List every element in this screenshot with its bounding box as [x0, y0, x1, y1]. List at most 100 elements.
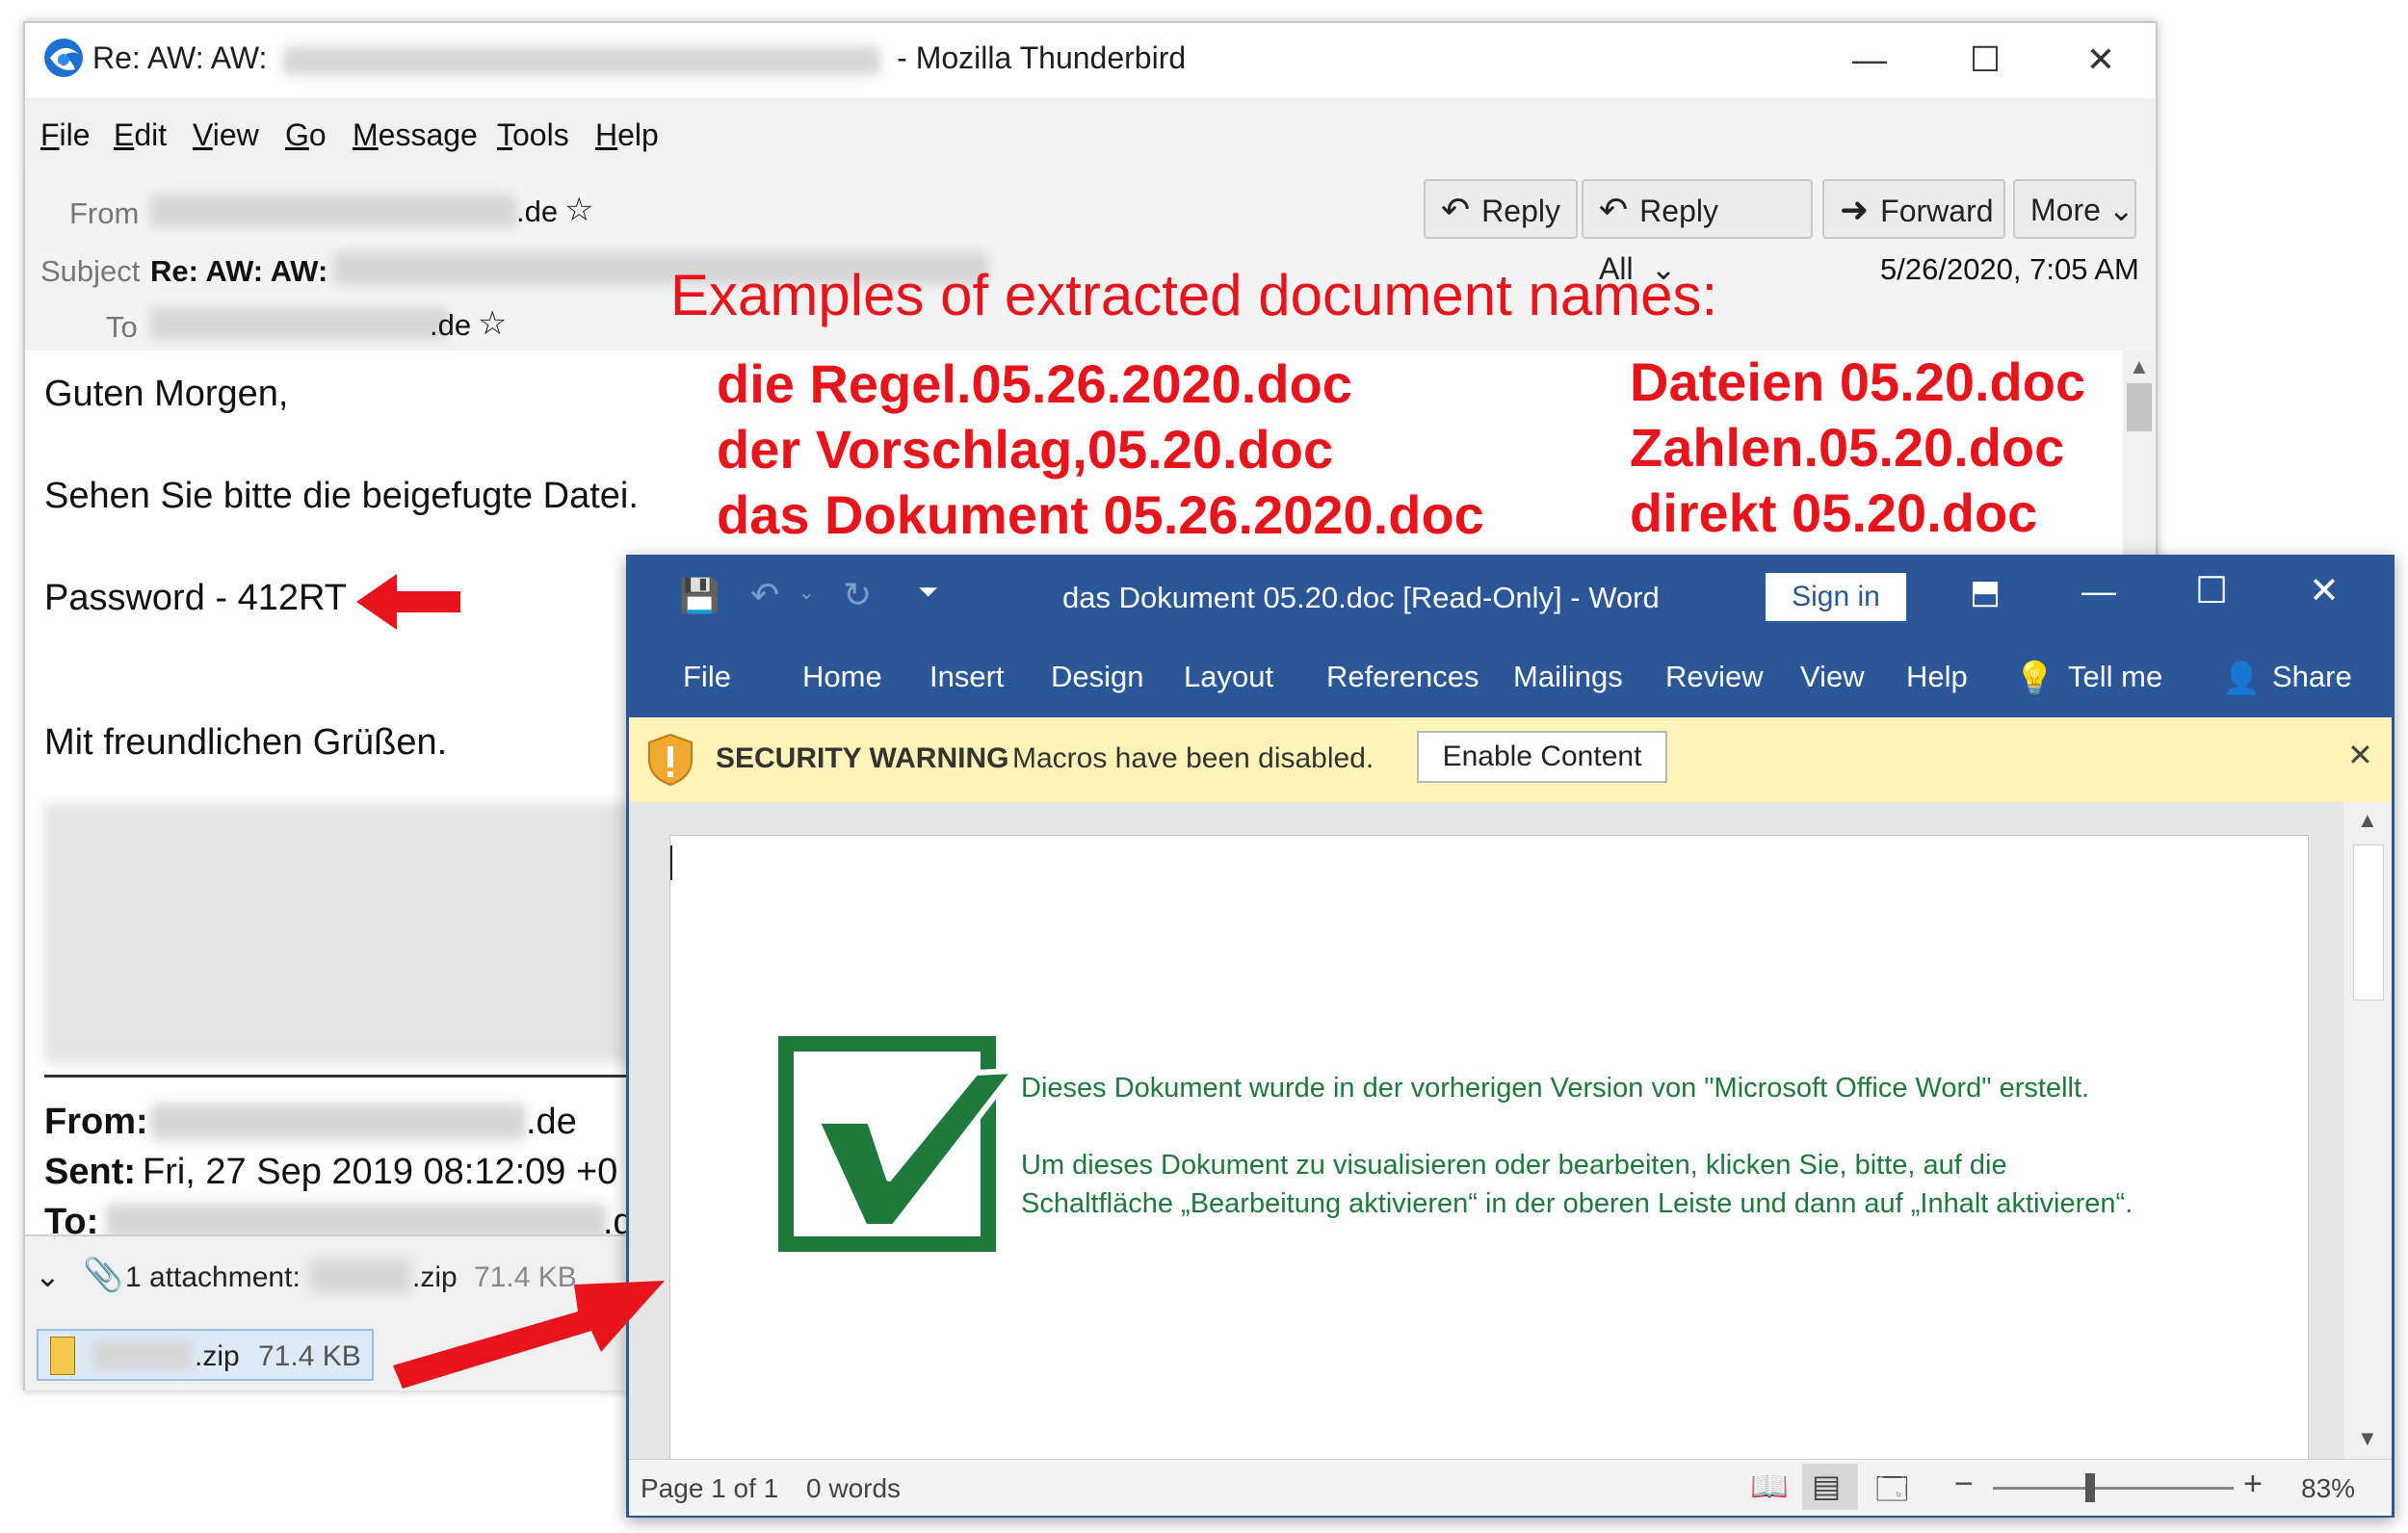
red-arrow-icon — [393, 1281, 665, 1389]
star-icon[interactable]: ☆ — [564, 191, 593, 229]
redacted-signature — [44, 803, 632, 1063]
ribbon-tabs: File Home Insert Design Layout Reference… — [629, 640, 2392, 717]
zip-file-icon — [50, 1337, 75, 1375]
doc-name-right-3: direkt 05.20.doc — [1630, 482, 2038, 543]
from-label: From — [69, 196, 140, 230]
menu-view[interactable]: View — [193, 117, 259, 153]
menu-message[interactable]: Message — [353, 117, 478, 153]
tab-file[interactable]: File — [683, 660, 731, 694]
share-button[interactable]: Share — [2272, 660, 2352, 694]
from-value[interactable]: .de — [516, 195, 558, 229]
zoom-slider[interactable] — [1993, 1487, 2234, 1490]
tab-insert[interactable]: Insert — [929, 660, 1005, 694]
read-mode-icon[interactable]: 📖 — [1750, 1468, 1789, 1504]
close-icon[interactable]: ✕ — [2067, 33, 2134, 87]
reply-icon: ↶ — [1441, 190, 1471, 229]
person-icon: 👤 — [2222, 661, 2261, 695]
scroll-down-icon[interactable]: ▼ — [2357, 1426, 2378, 1451]
subject-value: Re: AW: AW: — [150, 254, 328, 288]
enable-content-button[interactable]: Enable Content — [1417, 731, 1667, 783]
chevron-down-icon[interactable]: ⌄ — [798, 581, 815, 605]
reply-all-icon: ↶ — [1599, 190, 1629, 229]
redacted-fwd-from — [150, 1104, 526, 1140]
window-title: Re: AW: AW: - Mozilla Thunderbird — [92, 40, 1186, 76]
fwd-sent-value: Fri, 27 Sep 2019 08:12:09 +0 — [143, 1152, 618, 1192]
star-icon[interactable]: ☆ — [478, 304, 507, 343]
reply-label: Reply — [1481, 194, 1560, 228]
redacted-chip-name — [92, 1340, 193, 1369]
menu-go[interactable]: Go — [285, 117, 327, 153]
redacted-subject — [283, 45, 881, 75]
menu-help[interactable]: Help — [595, 117, 659, 153]
more-label: More — [2030, 193, 2101, 227]
redo-icon[interactable]: ↻ — [843, 575, 872, 615]
maximize-icon[interactable]: ☐ — [2195, 569, 2228, 612]
subject-label: Subject — [40, 254, 141, 288]
forward-icon: ➜ — [1840, 190, 1870, 229]
red-arrow-icon — [356, 574, 460, 630]
word-doc-title: das Dokument 05.20.doc [Read-Only] - Wor… — [1062, 581, 1660, 614]
zoom-slider-thumb[interactable] — [2085, 1473, 2096, 1502]
close-icon[interactable]: ✕ — [2347, 737, 2373, 773]
scroll-thumb[interactable] — [2353, 844, 2384, 1000]
menu-edit[interactable]: Edit — [114, 117, 167, 153]
to-value[interactable]: .de — [430, 308, 471, 343]
document-scrollbar[interactable]: ▲ ▼ — [2343, 802, 2392, 1459]
scroll-up-icon[interactable]: ▲ — [2129, 354, 2150, 379]
more-button[interactable]: More ⌄ — [2013, 179, 2136, 239]
ribbon-display-icon[interactable]: ⬒ — [1970, 573, 2001, 611]
print-layout-icon[interactable]: ▤ — [1812, 1468, 1841, 1504]
web-layout-icon[interactable]: 🗔 — [1875, 1468, 1909, 1520]
tab-home[interactable]: Home — [802, 660, 882, 694]
shield-warning-icon — [648, 733, 693, 787]
menu-file[interactable]: File — [40, 117, 91, 153]
forward-label: Forward — [1880, 194, 1994, 228]
status-bar: Page 1 of 1 0 words 📖 ▤ 🗔 − + 83% — [629, 1459, 2392, 1516]
zoom-in-icon[interactable]: + — [2243, 1466, 2263, 1503]
maximize-icon[interactable]: ☐ — [1951, 33, 2019, 87]
chevron-down-icon[interactable]: ⌄ — [35, 1258, 61, 1294]
minimize-icon[interactable]: — — [1836, 33, 1903, 87]
forward-button[interactable]: ➜ Forward — [1822, 179, 2005, 239]
tell-me-input[interactable]: Tell me — [2068, 660, 2162, 694]
zoom-level[interactable]: 83% — [2301, 1473, 2355, 1504]
paperclip-icon: 📎 — [83, 1257, 124, 1293]
close-icon[interactable]: ✕ — [2309, 569, 2340, 612]
customize-toolbar-icon[interactable]: ⏷ — [918, 577, 938, 608]
page-count[interactable]: Page 1 of 1 — [641, 1473, 778, 1504]
lightbulb-icon: 💡 — [2014, 661, 2055, 697]
tab-layout[interactable]: Layout — [1184, 660, 1273, 694]
doc-name-right-2: Zahlen.05.20.doc — [1630, 417, 2065, 478]
zoom-out-icon[interactable]: − — [1954, 1466, 1974, 1503]
reply-all-button[interactable]: ↶ Reply All ⌄ — [1582, 179, 1813, 286]
password-text: Password - 412RT — [44, 578, 347, 618]
scroll-thumb[interactable] — [2127, 383, 2152, 431]
sign-in-button[interactable]: Sign in — [1766, 573, 1906, 621]
fwd-sent-label: Sent: — [44, 1152, 136, 1192]
attachment-chip[interactable]: .zip 71.4 KB — [37, 1329, 374, 1381]
document-page[interactable]: Dieses Dokument wurde in der vorherigen … — [669, 835, 2309, 1472]
text-cursor — [670, 845, 672, 880]
undo-icon[interactable]: ↶ — [750, 575, 779, 615]
menu-bar: File Edit View Go Message Tools Help — [25, 98, 2156, 170]
title-prefix: Re: AW: AW: — [92, 40, 268, 75]
tab-design[interactable]: Design — [1051, 660, 1144, 694]
menu-tools[interactable]: Tools — [497, 117, 569, 153]
tab-review[interactable]: Review — [1665, 660, 1764, 694]
message-scrollbar[interactable]: ▲ — [2123, 351, 2156, 582]
attachment-summary[interactable]: 1 attachment: — [125, 1261, 301, 1294]
tab-view[interactable]: View — [1800, 660, 1865, 694]
chip-ext: .zip — [195, 1340, 240, 1372]
minimize-icon[interactable]: — — [2081, 571, 2116, 611]
scroll-up-icon[interactable]: ▲ — [2357, 808, 2378, 833]
word-count[interactable]: 0 words — [806, 1473, 901, 1504]
doc-message-line-1: Dieses Dokument wurde in der vorherigen … — [1021, 1073, 2090, 1104]
closing-text: Mit freundlichen Grüßen. — [44, 722, 448, 763]
word-window: 💾 ↶ ⌄ ↻ ⏷ das Dokument 05.20.doc [Read-O… — [626, 555, 2395, 1518]
save-icon[interactable]: 💾 — [679, 577, 720, 615]
tab-mailings[interactable]: Mailings — [1513, 660, 1623, 694]
doc-message-line-2: Um dieses Dokument zu visualisieren oder… — [1021, 1150, 2007, 1181]
tab-references[interactable]: References — [1326, 660, 1479, 694]
reply-button[interactable]: ↶ Reply — [1424, 179, 1578, 239]
tab-help[interactable]: Help — [1906, 660, 1968, 694]
